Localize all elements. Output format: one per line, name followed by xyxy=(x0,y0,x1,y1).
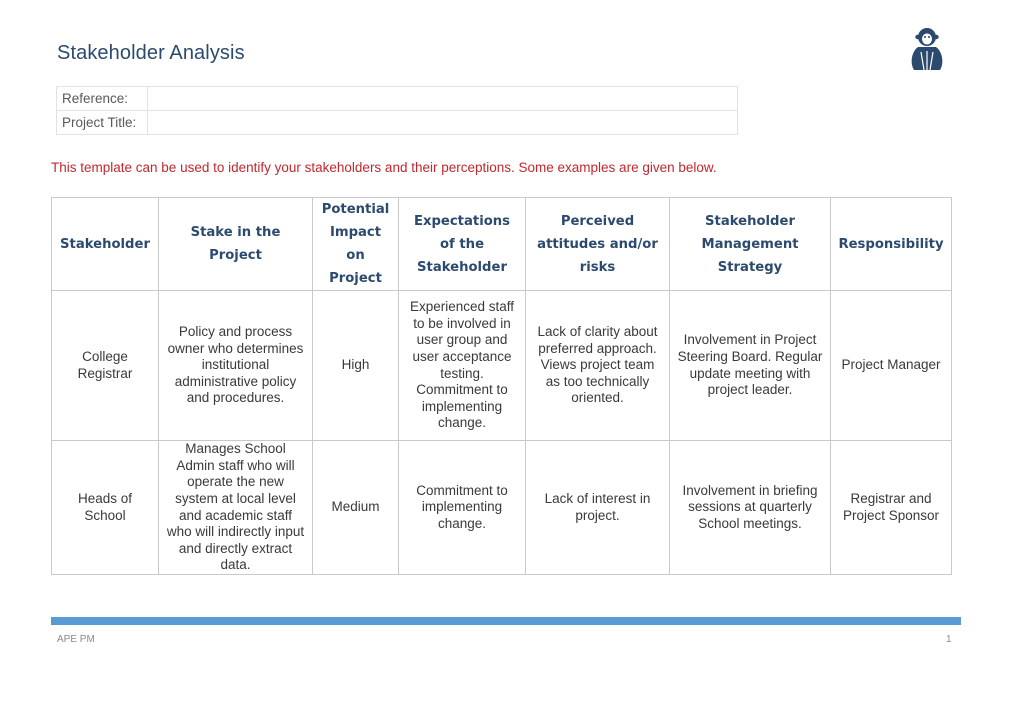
header-stake: Stake in the Project xyxy=(158,197,313,291)
cell-stakeholder: Heads of School xyxy=(51,440,159,575)
cell-attitudes: Lack of interest in project. xyxy=(525,440,670,575)
stakeholder-table: Stakeholder Stake in the Project Potenti… xyxy=(51,197,952,575)
footer-divider xyxy=(51,617,961,625)
reference-field[interactable] xyxy=(147,86,738,111)
monkey-logo-icon xyxy=(911,28,943,71)
header-expectations: Expectations of the Stakeholder xyxy=(398,197,526,291)
header-attitudes: Perceived attitudes and/or risks xyxy=(525,197,670,291)
cell-strategy: Involvement in briefing sessions at quar… xyxy=(669,440,831,575)
header-strategy: Stakeholder Management Strategy xyxy=(669,197,831,291)
cell-impact: High xyxy=(312,290,399,441)
cell-impact: Medium xyxy=(312,440,399,575)
project-title-row: Project Title: xyxy=(56,110,738,135)
reference-label: Reference: xyxy=(56,86,148,111)
cell-stake: Policy and process owner who determines … xyxy=(158,290,313,441)
cell-stakeholder: College Registrar xyxy=(51,290,159,441)
cell-expectations: Experienced staff to be involved in user… xyxy=(398,290,526,441)
reference-row: Reference: xyxy=(56,86,738,111)
header-responsibility: Responsibility xyxy=(830,197,952,291)
project-title-label: Project Title: xyxy=(56,110,148,135)
document-title: Stakeholder Analysis xyxy=(57,42,245,64)
page-number: 1 xyxy=(946,634,952,645)
header-impact: Potential Impact on Project xyxy=(312,197,399,291)
cell-expectations: Commitment to implementing change. xyxy=(398,440,526,575)
reference-table: Reference: Project Title: xyxy=(56,86,738,135)
cell-strategy: Involvement in Project Steering Board. R… xyxy=(669,290,831,441)
cell-responsibility: Project Manager xyxy=(830,290,952,441)
cell-responsibility: Registrar and Project Sponsor xyxy=(830,440,952,575)
table-header-row: Stakeholder Stake in the Project Potenti… xyxy=(51,197,952,291)
cell-stake: Manages School Admin staff who will oper… xyxy=(158,440,313,575)
table-row: Heads of School Manages School Admin sta… xyxy=(51,440,952,575)
table-row: College Registrar Policy and process own… xyxy=(51,290,952,441)
intro-text: This template can be used to identify yo… xyxy=(51,160,717,175)
cell-attitudes: Lack of clarity about preferred approach… xyxy=(525,290,670,441)
header-stakeholder: Stakeholder xyxy=(51,197,159,291)
project-title-field[interactable] xyxy=(147,110,738,135)
footer-label: APE PM xyxy=(57,634,95,645)
